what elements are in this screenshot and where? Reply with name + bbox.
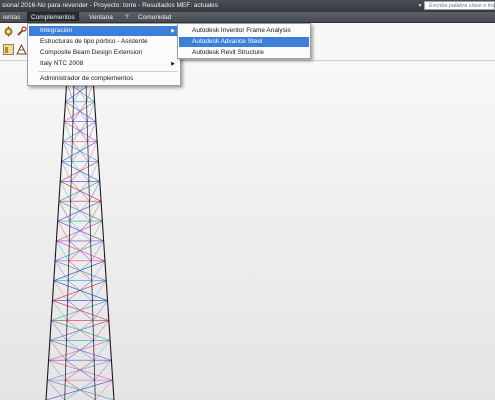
menu-item-integracion-label: Integración [40,27,73,34]
menu-item-estructuras-portico[interactable]: Estructuras de tipo pórtico - Asistente [29,37,179,47]
wrench-icon[interactable] [16,26,27,37]
title-bar: sional 2016-No para revender - Proyecto:… [0,0,495,12]
submenu-item-revit[interactable]: Autodesk Revit Structure [179,48,309,58]
menu-item-composite-beam[interactable]: Composite Beam Design Extension [29,48,179,58]
lattice-tower-model[interactable] [0,62,495,400]
search-input[interactable] [429,2,495,9]
menu-comunidad[interactable]: Comunidad [135,13,174,22]
model-viewport[interactable] [0,62,495,400]
submenu-item-inventor[interactable]: Autodesk Inventor Frame Analysis [179,26,309,36]
menu-ventana[interactable]: Ventana [86,13,116,22]
menu-item-administrador[interactable]: Administrador de complementos [29,74,179,84]
menu-item-integracion[interactable]: Integración ▶ [29,26,179,36]
menu-item-italy-ntc[interactable]: Italy NTC 2008 ▶ [29,59,179,69]
gear-icon[interactable] [3,26,14,37]
submenu-item-advance-steel[interactable]: Autodesk Advance Steel [179,37,309,47]
menu-separator [38,71,178,72]
complementos-dropdown: Integración ▶ Estructuras de tipo pórtic… [27,23,181,86]
menu-help[interactable]: ? [122,13,132,22]
structure-icon[interactable] [16,44,27,55]
menu-herramientas[interactable]: ientas [0,13,23,22]
layout-icon[interactable] [3,44,14,55]
search-dropdown-icon[interactable]: ▼ [417,2,423,10]
submenu-arrow-icon: ▶ [171,61,175,67]
menu-item-italy-ntc-label: Italy NTC 2008 [40,60,84,67]
integracion-submenu: Autodesk Inventor Frame Analysis Autodes… [177,23,311,59]
submenu-arrow-icon: ▶ [171,28,175,34]
menu-bar: ientas Complementos Ventana ? Comunidad [0,12,495,23]
window-title: sional 2016-No para revender - Proyecto:… [2,2,219,9]
search-box[interactable] [424,1,495,10]
menu-complementos[interactable]: Complementos [27,12,79,21]
